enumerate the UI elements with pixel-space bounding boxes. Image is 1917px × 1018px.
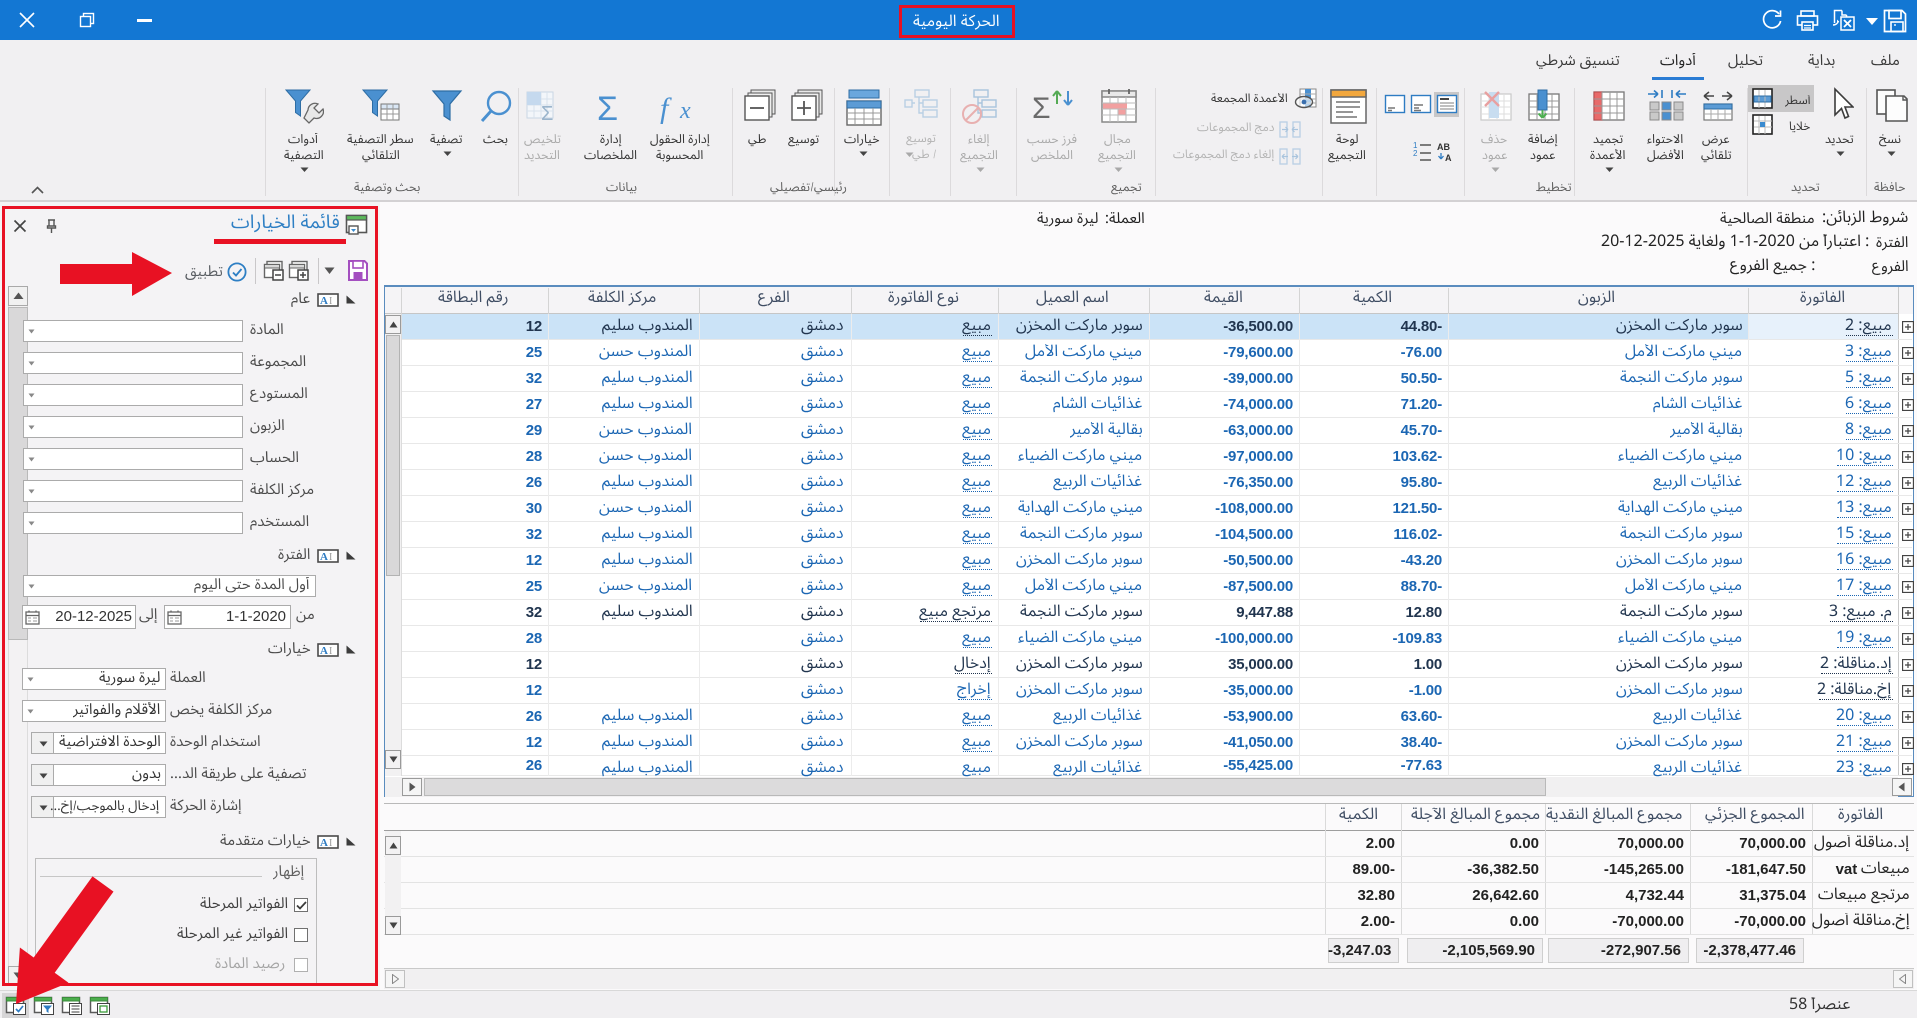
svg-text:A: A: [1445, 153, 1452, 162]
svg-text:Σ: Σ: [1032, 92, 1051, 125]
svg-text:x: x: [679, 98, 691, 124]
svg-text:f: f: [660, 92, 672, 124]
svg-text:Σ: Σ: [597, 90, 618, 126]
svg-text:AB: AB: [1437, 142, 1450, 152]
svg-text:2: 2: [1413, 149, 1418, 158]
svg-text:Σ: Σ: [541, 103, 553, 125]
